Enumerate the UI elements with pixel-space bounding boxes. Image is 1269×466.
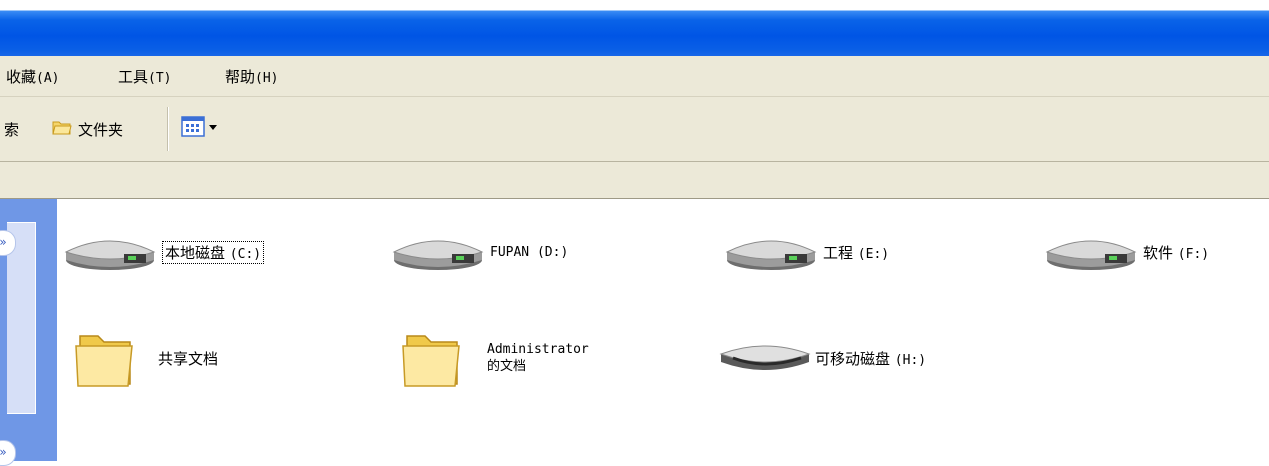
address-bar-area: [0, 162, 1269, 199]
drive-f[interactable]: 软件 (F:): [1045, 232, 1209, 272]
removable-drive-h[interactable]: 可移动磁盘 (H:): [719, 340, 926, 376]
folder-icon: [52, 121, 72, 135]
menu-help[interactable]: 帮助(H): [225, 66, 279, 87]
hard-drive-icon: [392, 240, 484, 270]
drive-f-label: 软件 (F:): [1143, 243, 1210, 262]
folder-admin-documents-label: Administrator 的文档: [487, 342, 589, 374]
menu-tools[interactable]: 工具(T): [118, 66, 172, 87]
collapse-chevron-icon[interactable]: »: [0, 440, 16, 466]
drive-e-label: 工程 (E:): [823, 243, 890, 262]
views-icon[interactable]: [181, 114, 223, 140]
hard-drive-icon: [1045, 240, 1137, 270]
folder-admin-documents[interactable]: Administrator 的文档: [401, 326, 589, 390]
drive-e[interactable]: 工程 (E:): [725, 232, 889, 272]
toolbar-separator: [167, 107, 169, 151]
folder-icon: [402, 335, 460, 387]
search-button[interactable]: 索: [4, 119, 19, 140]
menu-favorites[interactable]: 收藏(A): [6, 66, 60, 87]
folder-shared-documents-label: 共享文档: [158, 349, 219, 368]
hard-drive-icon: [64, 240, 156, 270]
folders-button[interactable]: 文件夹: [78, 119, 123, 140]
folder-icon: [75, 335, 133, 387]
removable-drive-icon: [719, 345, 811, 370]
window-title-bar[interactable]: [0, 0, 1269, 56]
folder-shared-documents[interactable]: 共享文档: [74, 326, 218, 390]
removable-drive-label: 可移动磁盘 (H:): [815, 349, 927, 368]
menu-bar: 收藏(A) 工具(T) 帮助(H): [0, 56, 1269, 97]
hard-drive-icon: [725, 240, 817, 270]
toolbar: 索 文件夹: [0, 97, 1269, 162]
drive-d[interactable]: FUPAN (D:): [392, 232, 568, 272]
drive-c[interactable]: 本地磁盘 (C:): [64, 232, 265, 272]
drive-d-label: FUPAN (D:): [490, 244, 569, 260]
drive-c-label: 本地磁盘 (C:): [162, 240, 265, 264]
